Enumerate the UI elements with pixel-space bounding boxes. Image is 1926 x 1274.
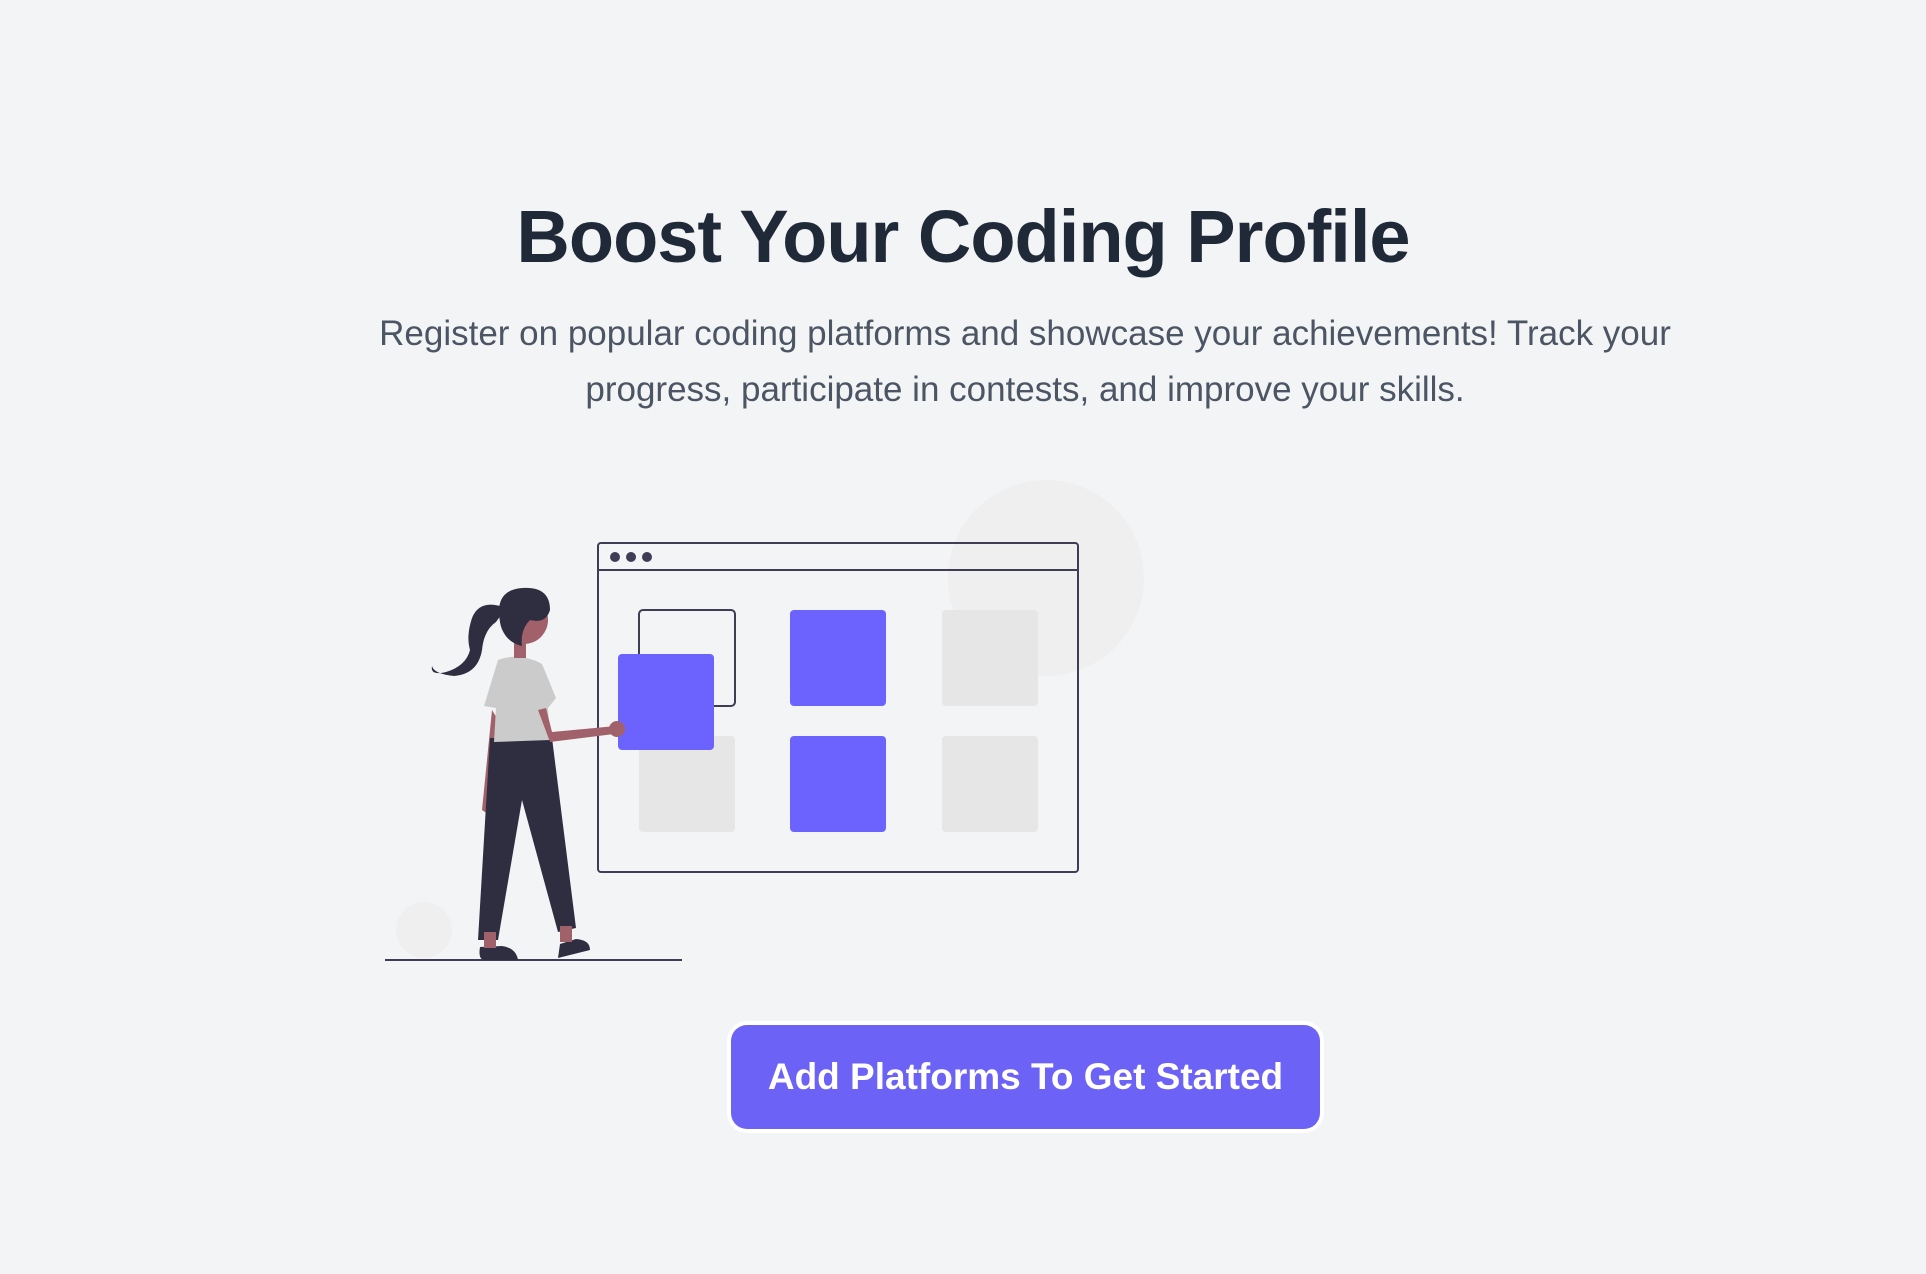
- tile-empty: [942, 736, 1038, 832]
- window-dot: [610, 552, 620, 562]
- page-subtitle: Register on popular coding platforms and…: [379, 314, 1671, 409]
- tile-filled: [790, 736, 886, 832]
- add-platforms-button[interactable]: Add Platforms To Get Started: [731, 1025, 1320, 1129]
- tile-filled: [790, 610, 886, 706]
- page-title: Boost Your Coding Profile: [516, 195, 1410, 278]
- window-dot: [642, 552, 652, 562]
- tile-empty: [942, 610, 1038, 706]
- tile-held: [618, 654, 714, 750]
- woman-arranging-grid-illustration: [385, 480, 1144, 961]
- window-dot: [626, 552, 636, 562]
- empty-state-hero: Boost Your Coding Profile Register on po…: [0, 0, 1926, 1274]
- woman-figure: [431, 587, 625, 960]
- tile-empty: [639, 736, 735, 832]
- background-blob: [396, 902, 452, 958]
